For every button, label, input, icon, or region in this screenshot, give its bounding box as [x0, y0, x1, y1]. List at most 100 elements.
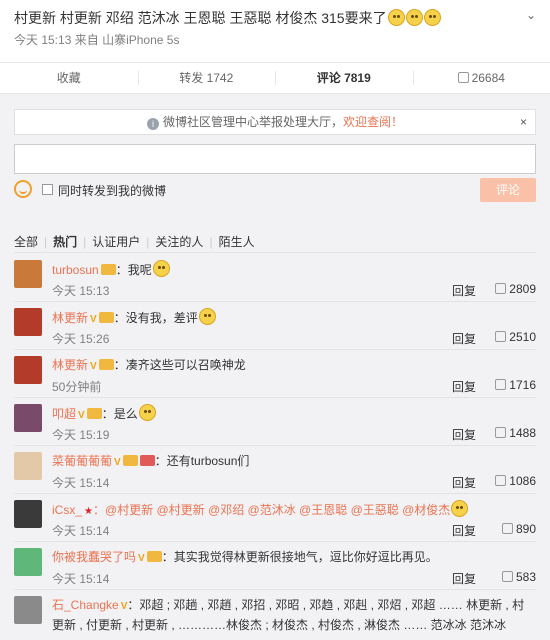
comment-like-button[interactable]: 890 [501, 522, 536, 536]
avatar[interactable] [14, 308, 42, 336]
level-badge-icon [98, 359, 114, 370]
thumbs-up-icon [457, 72, 469, 83]
comment-time: 今天 15:14 [52, 524, 110, 538]
comment-text: ：还有turbosun们 [154, 454, 250, 468]
tab-all[interactable]: 全部 [14, 233, 38, 250]
comment-like-button[interactable]: 2510 [495, 330, 536, 344]
repost-checkbox[interactable] [42, 184, 53, 195]
action-bar: 收藏 转发 1742 评论 7819 26684 [0, 62, 550, 94]
repost-button[interactable]: 转发 1742 [137, 63, 276, 93]
info-icon: i [146, 118, 159, 130]
comment-like-count: 1716 [509, 378, 536, 392]
comment-item: 林更新 V ：没有我，差评 今天 15:26 回复 2510 [14, 302, 536, 350]
avatar[interactable] [14, 260, 42, 288]
tab-following[interactable]: 关注的人 [155, 233, 203, 250]
comment-item: 叩超 V ：是么 今天 15:19 回复 1488 [14, 398, 536, 446]
post-source[interactable]: 山寨iPhone 5s [102, 33, 179, 47]
comment-line: 石_Changke V：邓超 ; 邓趟 , 邓趙 , 邓招 , 邓昭 , 邓趋 ,… [52, 596, 536, 632]
tab-separator: | [146, 235, 150, 249]
member-badge-icon [139, 455, 155, 466]
comment-text: ：其实我觉得林更新很接地气，逗比你好逗比再见。 [161, 550, 438, 564]
like-button[interactable]: 26684 [412, 63, 550, 93]
level-badge-icon [86, 408, 102, 419]
tab-strangers[interactable]: 陌生人 [219, 233, 255, 250]
level-badge-icon [98, 312, 114, 323]
comment-line: 林更新 V ：凑齐这些可以召唤神龙 [52, 356, 536, 376]
comment-username[interactable]: 你被我蠢哭了吗 [52, 550, 136, 564]
comment-item: 你被我蠢哭了吗 V ：其实我觉得林更新很接地气，逗比你好逗比再见。 今天 15:14… [14, 542, 536, 590]
comment-button[interactable]: 评论 7819 [275, 63, 413, 93]
comment-username[interactable]: 林更新 [52, 358, 88, 372]
verified-icon: V [90, 361, 97, 372]
post-time[interactable]: 今天 15:13 [14, 33, 71, 47]
tab-hot[interactable]: 热门 [53, 233, 77, 250]
comment-line: 林更新 V ：没有我，差评 [52, 308, 536, 329]
comment-item: turbosun ：我呢 今天 15:13 回复 2809 [14, 254, 536, 302]
avatar[interactable] [14, 548, 42, 576]
thumbs-up-icon [501, 571, 513, 582]
comment-like-button[interactable]: 583 [501, 570, 536, 584]
close-icon[interactable]: × [520, 110, 527, 134]
notice-link[interactable]: 欢迎查阅！ [343, 115, 403, 129]
avatar[interactable] [14, 500, 42, 528]
reply-button[interactable]: 回复 [452, 522, 476, 539]
comment-username[interactable]: iCsx_ [52, 503, 82, 517]
comment-text: ：@村更新 @村更新 @邓绍 @范沐冰 @王恩聪 @王惡聪 @材俊杰 [92, 503, 451, 517]
comment-like-count: 2809 [509, 282, 536, 296]
comment-like-button[interactable]: 1086 [495, 474, 536, 488]
reply-button[interactable]: 回复 [452, 282, 476, 299]
level-badge-icon [146, 551, 162, 562]
comment-username[interactable]: 叩超 [52, 407, 76, 421]
thumbs-up-icon [495, 475, 507, 486]
post-meta: 今天 15:13 来自 山寨iPhone 5s [14, 31, 536, 48]
comment-line: 叩超 V ：是么 [52, 404, 536, 425]
comment-like-count: 1488 [509, 426, 536, 440]
avatar[interactable] [14, 404, 42, 432]
comment-text: ：我呢 [115, 263, 152, 277]
comment-line: turbosun ：我呢 [52, 260, 536, 279]
reply-button[interactable]: 回复 [452, 570, 476, 587]
comment-text: ：凑齐这些可以召唤神龙 [113, 358, 246, 372]
comment-like-count: 2510 [509, 330, 536, 344]
verified-icon: V [114, 457, 121, 468]
chevron-down-icon[interactable]: ⌄ [526, 8, 536, 22]
tab-verified[interactable]: 认证用户 [92, 233, 140, 250]
comment-username[interactable]: 菜葡葡葡葡 [52, 454, 112, 468]
avatar[interactable] [14, 356, 42, 384]
post-text-content: 村更新 村更新 邓绍 范沐冰 王恩聪 王惡聪 材俊杰 315要来了 [14, 10, 387, 26]
comment-area: i 微博社区管理中心举报处理大厅，欢迎查阅！ × 同时转发到我的微博 评论 全部 |… [0, 94, 550, 640]
star-badge-icon: ★ [84, 506, 93, 517]
cat-emoji-icon [451, 500, 469, 517]
tab-separator: | [83, 235, 87, 249]
composer-tools: 同时转发到我的微博 评论 [14, 178, 536, 204]
avatar[interactable] [14, 596, 42, 624]
reply-button[interactable]: 回复 [452, 330, 476, 347]
comment-time: 今天 15:14 [52, 476, 110, 490]
comment-username[interactable]: turbosun [52, 263, 99, 277]
verified-icon: V [78, 410, 85, 421]
comment-like-button[interactable]: 1488 [495, 426, 536, 440]
comment-text: ：没有我，差评 [113, 311, 198, 325]
reply-button[interactable]: 回复 [452, 378, 476, 395]
post-header: 村更新 村更新 邓绍 范沐冰 王恩聪 王惡聪 材俊杰 315要来了 今天 15:… [14, 8, 536, 58]
smile-emoji-icon[interactable] [14, 180, 32, 198]
reply-button[interactable]: 回复 [452, 474, 476, 491]
comment-username[interactable]: 石_Changke [52, 598, 119, 612]
post-text: 村更新 村更新 邓绍 范沐冰 王恩聪 王惡聪 材俊杰 315要来了 [14, 8, 536, 28]
repost-checkbox-label: 同时转发到我的微博 [58, 184, 167, 198]
thumbs-up-icon [495, 331, 507, 342]
verified-icon: V [138, 553, 145, 564]
comment-like-count: 1086 [509, 474, 536, 488]
comment-line: 你被我蠢哭了吗 V ：其实我觉得林更新很接地气，逗比你好逗比再见。 [52, 548, 536, 568]
thumbs-up-icon [495, 427, 507, 438]
comment-username[interactable]: 林更新 [52, 311, 88, 325]
comment-input[interactable] [14, 144, 536, 174]
reply-button[interactable]: 回复 [452, 426, 476, 443]
submit-comment-button[interactable]: 评论 [480, 178, 536, 202]
filter-tabs: 全部 | 热门 | 认证用户 | 关注的人 | 陌生人 [14, 233, 536, 249]
avatar[interactable] [14, 452, 42, 480]
thumbs-up-icon [495, 283, 507, 294]
collect-button[interactable]: 收藏 [0, 63, 138, 93]
comment-like-button[interactable]: 2809 [495, 282, 536, 296]
comment-like-button[interactable]: 1716 [495, 378, 536, 392]
